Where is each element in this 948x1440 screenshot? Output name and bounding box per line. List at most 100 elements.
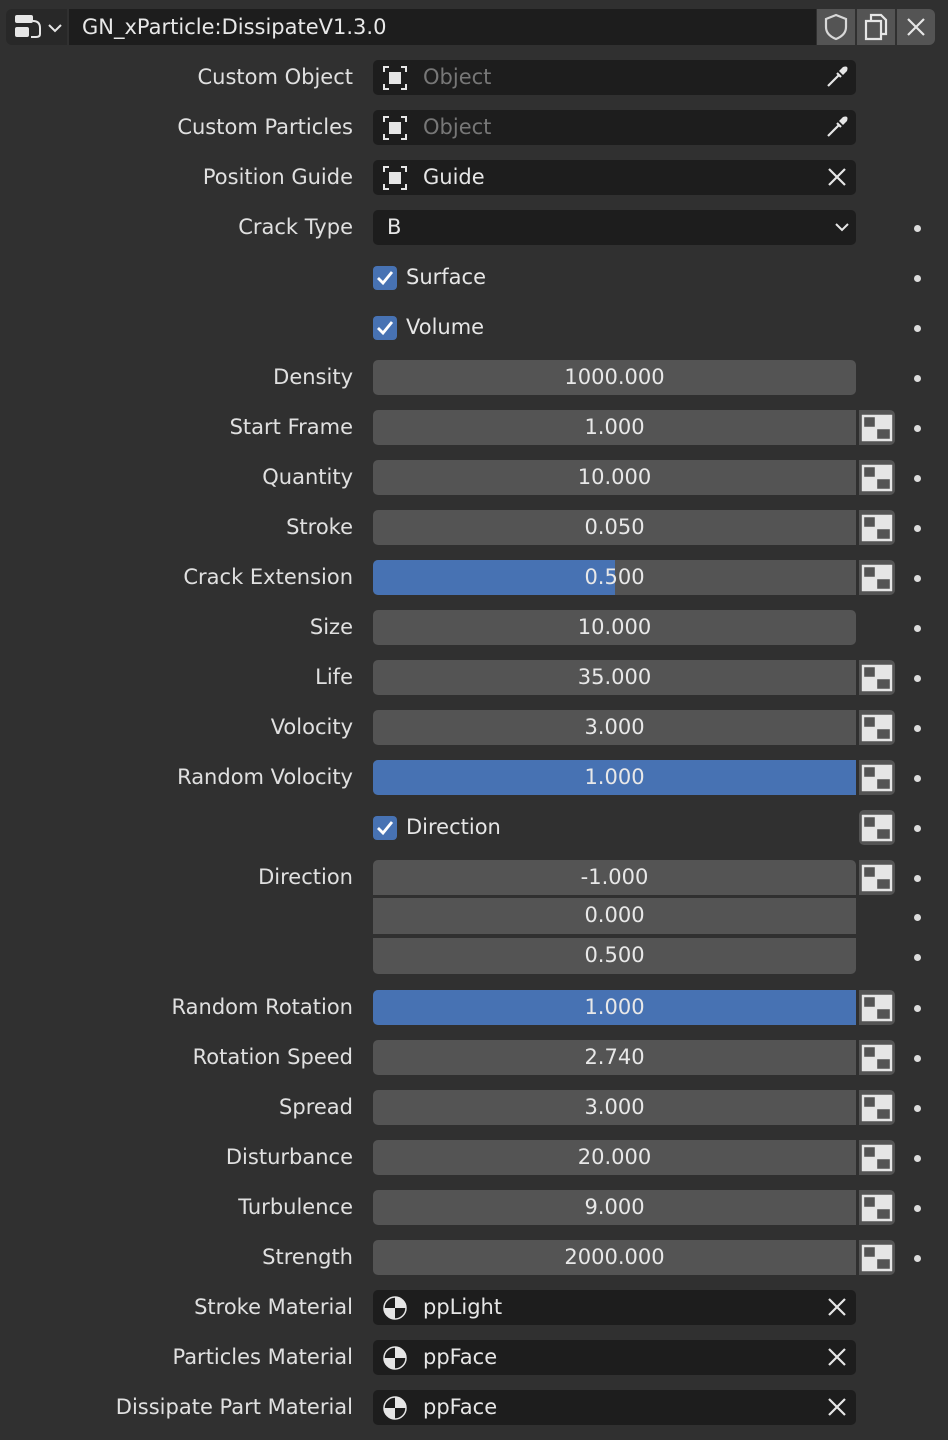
animate-property-button[interactable] (859, 710, 895, 745)
fake-user-button[interactable] (817, 9, 855, 45)
keyframe-dot-icon[interactable] (914, 325, 921, 332)
animate-property-button[interactable] (859, 1240, 895, 1275)
keyframe-dot-icon[interactable] (914, 475, 921, 482)
animate-property-button[interactable] (859, 760, 895, 795)
position-guide-field[interactable]: Guide (373, 160, 856, 195)
animate-property-button[interactable] (859, 1190, 895, 1225)
keyframe-dot-icon[interactable] (914, 625, 921, 632)
direction-y-field[interactable]: 0.000 (373, 898, 856, 934)
animate-property-button[interactable] (859, 1090, 895, 1125)
spread-field[interactable]: 3.000 (373, 1090, 856, 1125)
datablock-name-field[interactable]: GN_xParticle:DissipateV1.3.0 (69, 9, 816, 45)
keyframe-dot-icon[interactable] (914, 1205, 921, 1212)
animate-property-button[interactable] (859, 1140, 895, 1175)
volocity-field[interactable]: 3.000 (373, 710, 856, 745)
strength-field[interactable]: 2000.000 (373, 1240, 856, 1275)
stroke-field[interactable]: 0.050 (373, 510, 856, 545)
close-icon[interactable] (824, 1344, 850, 1370)
dissipate-part-material-field[interactable]: ppFace (373, 1390, 856, 1425)
field-label: Volocity (270, 715, 353, 739)
quantity-field[interactable]: 10.000 (373, 460, 856, 495)
keyframe-dot-icon[interactable] (914, 1005, 921, 1012)
chevron-down-icon (48, 24, 62, 33)
object-icon (383, 66, 407, 90)
stroke-material-field[interactable]: ppLight (373, 1290, 856, 1325)
keyframe-dot-icon[interactable] (914, 275, 921, 282)
field-label: Dissipate Part Material (115, 1395, 353, 1419)
keyframe-dot-icon[interactable] (914, 1155, 921, 1162)
keyframe-dot-icon[interactable] (914, 725, 921, 732)
random-volocity-field[interactable]: 1.000 (373, 760, 856, 795)
animate-property-button[interactable] (859, 560, 895, 595)
row-size: Size 10.000 (0, 608, 948, 648)
custom-particles-field[interactable]: Object (373, 110, 856, 145)
row-volume: Volume (0, 308, 948, 348)
field-label: Start Frame (229, 415, 353, 439)
field-label: Direction (258, 865, 353, 889)
browse-node-tree-button[interactable] (6, 9, 67, 45)
animate-property-button[interactable] (859, 460, 895, 495)
close-icon[interactable] (824, 164, 850, 190)
row-stroke-material: Stroke Material ppLight (0, 1288, 948, 1328)
random-rotation-field[interactable]: 1.000 (373, 990, 856, 1025)
unlink-button[interactable] (897, 9, 935, 45)
close-icon[interactable] (824, 1394, 850, 1420)
animate-property-button[interactable] (859, 510, 895, 545)
keyframe-dot-icon[interactable] (914, 914, 921, 921)
direction-checkbox[interactable] (373, 816, 397, 840)
keyframe-dot-icon[interactable] (914, 375, 921, 382)
animate-property-button[interactable] (859, 660, 895, 695)
row-turbulence: Turbulence 9.000 (0, 1188, 948, 1228)
surface-checkbox[interactable] (373, 266, 397, 290)
eyedropper-icon[interactable] (824, 114, 850, 140)
eyedropper-icon[interactable] (824, 64, 850, 90)
duplicate-button[interactable] (857, 9, 895, 45)
animate-property-button[interactable] (859, 990, 895, 1025)
keyframe-dot-icon[interactable] (914, 875, 921, 882)
custom-object-field[interactable]: Object (373, 60, 856, 95)
dissipate-part-material-value: ppFace (423, 1395, 498, 1419)
disturbance-field[interactable]: 20.000 (373, 1140, 856, 1175)
close-icon (907, 18, 925, 36)
size-field[interactable]: 10.000 (373, 610, 856, 645)
keyframe-dot-icon[interactable] (914, 225, 921, 232)
particles-material-value: ppFace (423, 1345, 498, 1369)
particles-material-field[interactable]: ppFace (373, 1340, 856, 1375)
density-field[interactable]: 1000.000 (373, 360, 856, 395)
keyframe-dot-icon[interactable] (914, 775, 921, 782)
animate-property-button[interactable] (859, 810, 895, 845)
direction-y-value: 0.000 (584, 903, 645, 927)
row-disturbance: Disturbance 20.000 (0, 1138, 948, 1178)
keyframe-dot-icon[interactable] (914, 1105, 921, 1112)
crack-type-value: B (387, 215, 402, 239)
keyframe-dot-icon[interactable] (914, 675, 921, 682)
node-socket-icon (861, 1244, 893, 1272)
crack-type-dropdown[interactable]: B (373, 210, 856, 245)
datablock-name-text: GN_xParticle:DissipateV1.3.0 (82, 15, 387, 39)
animate-property-button[interactable] (859, 860, 895, 895)
keyframe-dot-icon[interactable] (914, 825, 921, 832)
direction-x-field[interactable]: -1.000 (373, 860, 856, 895)
keyframe-dot-icon[interactable] (914, 954, 921, 961)
rotation-speed-field[interactable]: 2.740 (373, 1040, 856, 1075)
keyframe-dot-icon[interactable] (914, 1055, 921, 1062)
row-volocity: Volocity 3.000 (0, 708, 948, 748)
row-position-guide: Position Guide Guide (0, 158, 948, 198)
row-direction-toggle: Direction (0, 808, 948, 848)
row-spread: Spread 3.000 (0, 1088, 948, 1128)
animate-property-button[interactable] (859, 1040, 895, 1075)
start-frame-field[interactable]: 1.000 (373, 410, 856, 445)
keyframe-dot-icon[interactable] (914, 1255, 921, 1262)
keyframe-dot-icon[interactable] (914, 575, 921, 582)
datablock-header: GN_xParticle:DissipateV1.3.0 (0, 0, 948, 54)
close-icon[interactable] (824, 1294, 850, 1320)
turbulence-field[interactable]: 9.000 (373, 1190, 856, 1225)
life-field[interactable]: 35.000 (373, 660, 856, 695)
animate-property-button[interactable] (859, 410, 895, 445)
direction-z-field[interactable]: 0.500 (373, 938, 856, 974)
keyframe-dot-icon[interactable] (914, 425, 921, 432)
volume-checkbox[interactable] (373, 316, 397, 340)
crack-extension-field[interactable]: 0.500 (373, 560, 856, 595)
field-label: Custom Object (197, 65, 353, 89)
keyframe-dot-icon[interactable] (914, 525, 921, 532)
